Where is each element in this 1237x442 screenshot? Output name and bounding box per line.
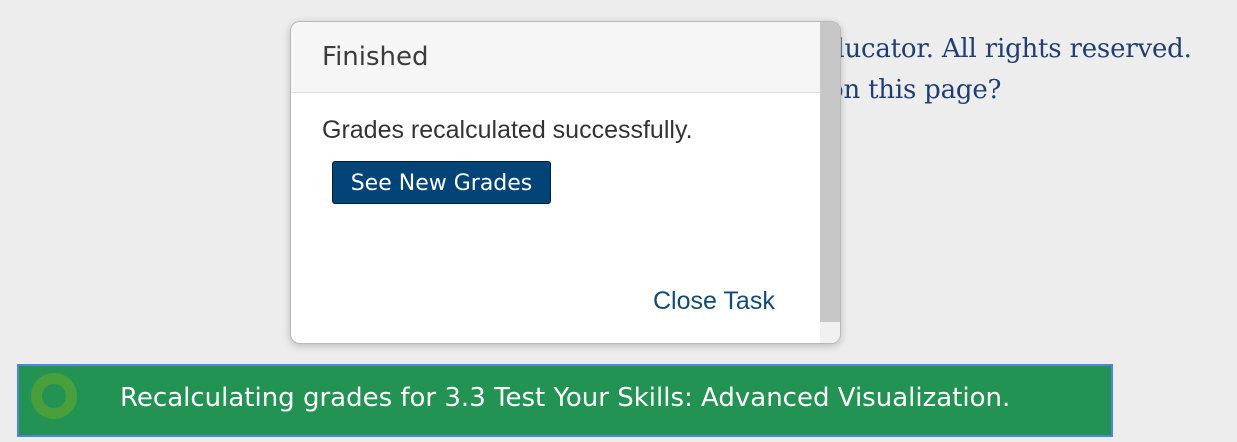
- loading-spinner-icon: [31, 373, 77, 419]
- close-task-link[interactable]: Close Task: [653, 287, 775, 316]
- dialog-scrollbar-track[interactable]: [820, 22, 840, 343]
- background-question-link[interactable]: on this page?: [828, 75, 1001, 105]
- page: ducator. All rights reserved. on this pa…: [0, 0, 1237, 442]
- dialog-scrollbar-thumb[interactable]: [820, 22, 840, 322]
- dialog-header: Finished: [291, 22, 820, 93]
- recalculation-status-bar: Recalculating grades for 3.3 Test Your S…: [17, 364, 1113, 437]
- dialog-title: Finished: [322, 42, 429, 72]
- background-copyright-text: ducator. All rights reserved.: [828, 34, 1192, 64]
- task-finished-dialog: Finished Grades recalculated successfull…: [290, 21, 841, 344]
- dialog-message: Grades recalculated successfully.: [322, 116, 693, 144]
- see-new-grades-button[interactable]: See New Grades: [332, 161, 551, 204]
- status-message: Recalculating grades for 3.3 Test Your S…: [120, 383, 1011, 413]
